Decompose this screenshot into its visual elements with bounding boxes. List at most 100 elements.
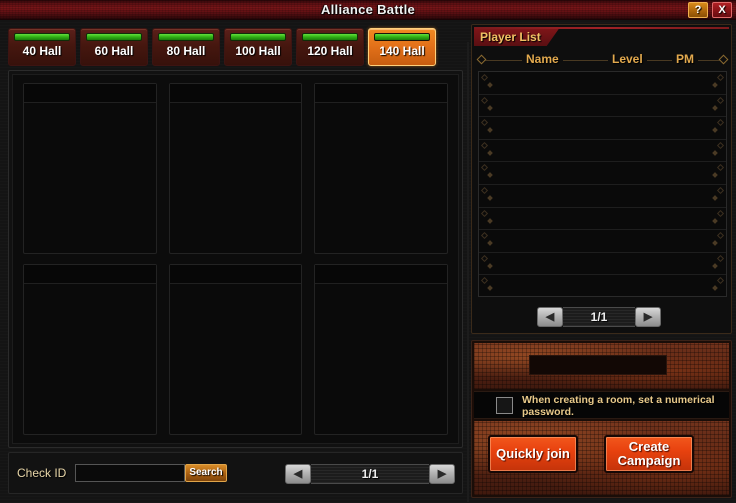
- diamond-icon: [487, 149, 493, 156]
- diamond-icon: [480, 96, 489, 104]
- player-row[interactable]: [479, 230, 726, 253]
- room-card[interactable]: [314, 264, 448, 435]
- players-next-page-button[interactable]: ▶: [635, 307, 661, 327]
- player-row[interactable]: [479, 162, 726, 185]
- diamond-icon: [712, 240, 718, 246]
- tab-hall-140[interactable]: 140 Hall: [368, 28, 436, 66]
- window-titlebar: Alliance Battle ? X: [0, 0, 736, 20]
- password-area: [474, 343, 729, 389]
- check-id-input[interactable]: [75, 464, 185, 482]
- rooms-prev-page-button[interactable]: ◀: [285, 464, 311, 484]
- tab-hall-40[interactable]: 40 Hall: [8, 28, 76, 66]
- player-list-panel: Player List Name Level PM ◀ 1/1 ▶: [471, 24, 732, 334]
- rooms-page-indicator: 1/1: [311, 464, 429, 484]
- room-card[interactable]: [168, 83, 303, 254]
- diamond-icon: [712, 172, 718, 179]
- diamond-icon: [716, 141, 725, 149]
- room-card-header: [315, 265, 447, 284]
- diamond-icon: [480, 141, 489, 149]
- player-list-rows: [478, 71, 727, 297]
- diamond-icon: [716, 232, 725, 240]
- room-grid-frame: [8, 70, 463, 448]
- diamond-icon: [712, 127, 718, 134]
- diamond-icon: [716, 254, 725, 262]
- diamond-icon: [487, 217, 493, 224]
- hall-capacity-bar-icon: [158, 33, 214, 41]
- players-page-indicator: 1/1: [563, 307, 635, 327]
- rooms-next-page-button[interactable]: ▶: [429, 464, 455, 484]
- player-row[interactable]: [479, 208, 726, 231]
- tab-hall-100[interactable]: 100 Hall: [224, 28, 292, 66]
- diamond-icon: [716, 73, 725, 82]
- quickly-join-button[interactable]: Quickly join: [488, 435, 578, 473]
- player-row[interactable]: [479, 185, 726, 208]
- column-header-level: Level: [608, 52, 647, 66]
- player-list-tab[interactable]: Player List: [474, 29, 559, 46]
- hall-capacity-bar-icon: [230, 33, 286, 41]
- diamond-icon: [487, 262, 493, 269]
- diamond-icon: [487, 285, 493, 292]
- player-list-column-headers: Name Level PM: [476, 51, 729, 69]
- column-header-name: Name: [522, 52, 563, 66]
- help-button[interactable]: ?: [688, 2, 708, 18]
- diamond-icon: [712, 195, 718, 201]
- tab-hall-120[interactable]: 120 Hall: [296, 28, 364, 66]
- room-card-header: [24, 265, 156, 284]
- diamond-icon: [480, 277, 489, 285]
- diamond-icon: [712, 82, 718, 88]
- player-pager-wrap: ◀ 1/1 ▶: [472, 301, 733, 333]
- tab-label: 140 Hall: [379, 44, 425, 58]
- room-card-body: [24, 284, 156, 434]
- check-id-label: Check ID: [17, 466, 67, 480]
- room-card-body: [315, 284, 447, 434]
- room-card-body: [170, 103, 302, 253]
- tab-label: 80 Hall: [166, 44, 206, 58]
- room-card[interactable]: [314, 83, 448, 254]
- diamond-icon: [716, 119, 725, 127]
- diamond-icon: [476, 54, 487, 65]
- room-card-header: [169, 265, 302, 284]
- diamond-icon: [480, 119, 489, 127]
- player-row[interactable]: [479, 72, 726, 95]
- room-card-body: [24, 103, 156, 253]
- diamond-icon: [487, 127, 493, 134]
- hall-capacity-bar-icon: [86, 33, 142, 41]
- search-button[interactable]: Search: [185, 464, 227, 482]
- diamond-icon: [480, 232, 489, 240]
- rooms-bottom-bar: Check ID Search ◀ 1/1 ▶: [8, 452, 463, 494]
- player-row[interactable]: [479, 275, 726, 298]
- player-row[interactable]: [479, 253, 726, 276]
- rooms-column: 40 Hall 60 Hall 80 Hall 100 Hall 120 Hal…: [4, 24, 467, 498]
- diamond-icon: [480, 254, 489, 262]
- room-card[interactable]: [23, 264, 157, 435]
- password-input[interactable]: [529, 355, 667, 375]
- room-card-body: [315, 103, 447, 253]
- password-checkbox[interactable]: [496, 397, 513, 414]
- room-card[interactable]: [23, 83, 157, 254]
- player-row[interactable]: [479, 140, 726, 163]
- diamond-icon: [487, 172, 493, 179]
- tab-label: 40 Hall: [22, 44, 62, 58]
- tab-label: 100 Hall: [235, 44, 281, 58]
- diamond-icon: [716, 209, 725, 217]
- create-campaign-button[interactable]: Create Campaign: [604, 435, 694, 473]
- diamond-icon: [480, 164, 489, 172]
- tab-hall-60[interactable]: 60 Hall: [80, 28, 148, 66]
- player-row[interactable]: [479, 117, 726, 140]
- room-card[interactable]: [168, 264, 303, 435]
- room-card-header: [169, 84, 302, 103]
- tab-hall-80[interactable]: 80 Hall: [152, 28, 220, 66]
- player-row[interactable]: [479, 95, 726, 118]
- password-note-row: When creating a room, set a numerical pa…: [474, 391, 729, 419]
- players-prev-page-button[interactable]: ◀: [537, 307, 563, 327]
- diamond-icon: [712, 217, 718, 224]
- diamond-icon: [716, 164, 725, 172]
- alliance-battle-window: Alliance Battle ? X 40 Hall 60 Hall 80 H…: [0, 0, 736, 503]
- diamond-icon: [716, 277, 725, 285]
- create-join-panel: When creating a room, set a numerical pa…: [471, 340, 732, 498]
- diamond-icon: [480, 186, 489, 195]
- player-list-pagination: ◀ 1/1 ▶: [537, 307, 661, 327]
- close-button[interactable]: X: [712, 2, 732, 18]
- hall-capacity-bar-icon: [374, 33, 430, 41]
- room-grid: [12, 74, 459, 444]
